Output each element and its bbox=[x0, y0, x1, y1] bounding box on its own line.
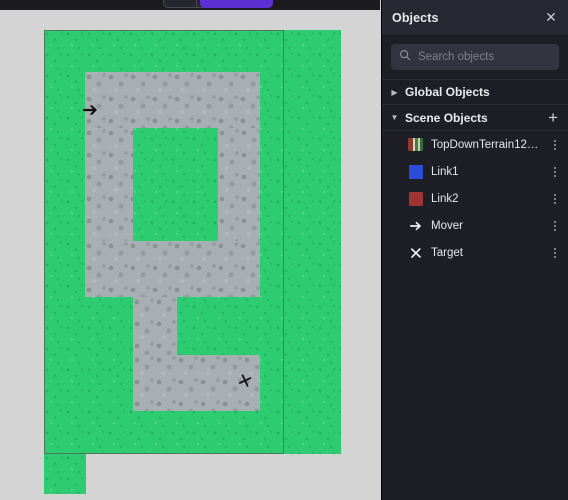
objects-panel: Objects ✕ ▶ Global Objects ▼ Scene Objects +… bbox=[381, 0, 568, 500]
target-x-icon bbox=[408, 245, 423, 260]
section-label: Scene Objects bbox=[405, 110, 488, 125]
terrain-thumb bbox=[408, 138, 423, 151]
more-options-icon[interactable] bbox=[548, 139, 562, 150]
chevron-right-icon[interactable]: ▶ bbox=[390, 88, 399, 97]
search-container bbox=[382, 36, 568, 79]
object-label: Target bbox=[431, 246, 463, 259]
more-options-icon[interactable] bbox=[548, 193, 562, 204]
chevron-down-icon[interactable]: ▼ bbox=[390, 113, 399, 122]
editor-window: ➔✕ Objects ✕ ▶Global Objects▼Scene Objec… bbox=[0, 0, 568, 500]
color-swatch bbox=[408, 164, 423, 179]
scene-viewport[interactable]: ➔ ✕ bbox=[0, 10, 380, 500]
more-options-icon[interactable] bbox=[548, 247, 562, 258]
close-icon[interactable]: ✕ bbox=[542, 9, 560, 27]
object-row[interactable]: Link2 bbox=[382, 185, 568, 212]
section-header-global-objects[interactable]: ▶ Global Objects bbox=[382, 79, 568, 105]
arrow-right-icon bbox=[408, 218, 423, 233]
color-swatch-icon bbox=[408, 191, 423, 206]
terrain-thumbnail-icon bbox=[408, 137, 423, 152]
road-tile bbox=[85, 241, 260, 297]
object-tree: ▶ Global Objects ▼ Scene Objects + TopDownTer… bbox=[382, 79, 568, 266]
object-label: Link2 bbox=[431, 192, 459, 205]
toolbar-divider bbox=[196, 0, 197, 8]
toolbar-primary-button[interactable] bbox=[200, 0, 273, 8]
grass-tile bbox=[44, 454, 86, 494]
search-input[interactable] bbox=[418, 51, 551, 63]
color-swatch-icon bbox=[408, 164, 423, 179]
more-options-icon[interactable] bbox=[548, 166, 562, 177]
object-row[interactable]: TopDownTerrain128... bbox=[382, 131, 568, 158]
section-header-scene-objects[interactable]: ▼ Scene Objects + bbox=[382, 105, 568, 131]
objects-panel-header: Objects ✕ bbox=[382, 0, 568, 36]
object-label: Link1 bbox=[431, 165, 459, 178]
road-tile bbox=[85, 72, 260, 128]
section-label: Global Objects bbox=[405, 85, 490, 99]
object-row[interactable]: Target bbox=[382, 239, 568, 266]
object-row[interactable]: Link1 bbox=[382, 158, 568, 185]
search-box[interactable] bbox=[391, 44, 559, 70]
object-label: Mover bbox=[431, 219, 463, 232]
object-label: TopDownTerrain128... bbox=[431, 138, 540, 151]
search-icon bbox=[399, 48, 411, 66]
panel-title: Objects bbox=[392, 10, 439, 25]
object-row[interactable]: Mover bbox=[382, 212, 568, 239]
more-options-icon[interactable] bbox=[548, 220, 562, 231]
mover-marker[interactable]: ➔ bbox=[82, 101, 98, 120]
add-object-button[interactable]: + bbox=[547, 109, 559, 126]
color-swatch bbox=[408, 191, 423, 206]
top-toolbar bbox=[0, 0, 380, 10]
